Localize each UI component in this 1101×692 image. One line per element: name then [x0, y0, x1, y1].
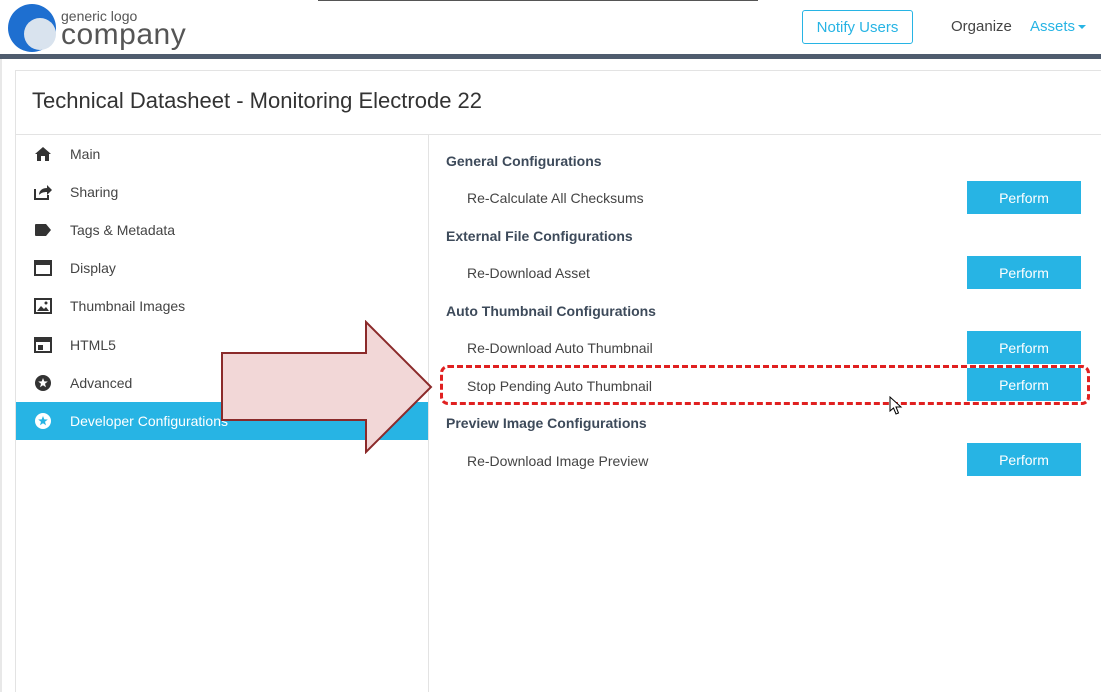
sidebar-item-sharing[interactable]: Sharing: [16, 173, 428, 211]
logo-circle-inner: [24, 18, 56, 50]
left-edge: [0, 59, 2, 692]
row-label-redownload-asset: Re-Download Asset: [467, 265, 590, 281]
sidebar-item-label: Main: [70, 146, 101, 162]
notify-users-button[interactable]: Notify Users: [802, 10, 913, 44]
sidebar-item-display[interactable]: Display: [16, 249, 428, 287]
nav-organize-link[interactable]: Organize: [951, 18, 1012, 35]
nav-assets-label: Assets: [1030, 18, 1076, 35]
nav-assets-dropdown[interactable]: Assets: [1030, 18, 1087, 35]
tag-icon: [33, 220, 53, 240]
caret-down-icon: [1078, 25, 1087, 30]
company-logo[interactable]: generic logo company: [8, 4, 208, 52]
share-icon: [33, 182, 53, 202]
star-circle-icon: [33, 411, 53, 431]
star-circle-icon: [33, 373, 53, 393]
section-preview-image-configurations: Preview Image Configurations: [446, 415, 647, 431]
sidebar-item-tags-metadata[interactable]: Tags & Metadata: [16, 211, 428, 249]
section-auto-thumbnail-configurations: Auto Thumbnail Configurations: [446, 303, 656, 319]
row-label-redownload-auto-thumbnail: Re-Download Auto Thumbnail: [467, 340, 653, 356]
navbar-bottom-border: [0, 54, 1101, 59]
sidebar-item-label: Developer Configurations: [70, 413, 228, 429]
sidebar-item-label: HTML5: [70, 337, 116, 353]
navbar-top-line: [318, 0, 758, 1]
image-icon: [33, 296, 53, 316]
sidebar-item-label: Sharing: [70, 184, 119, 200]
annotation-arrow-icon: [221, 320, 433, 454]
html5-icon: [33, 335, 53, 355]
sidebar-item-label: Thumbnail Images: [70, 298, 186, 314]
top-navbar: generic logo company Notify Users Organi…: [0, 0, 1101, 54]
sidebar-item-main[interactable]: Main: [16, 135, 428, 173]
highlight-dashed-box: [440, 365, 1090, 405]
perform-button-redownload-asset[interactable]: Perform: [967, 256, 1081, 289]
sidebar-item-label: Advanced: [70, 375, 133, 391]
logo-big-text: company: [61, 18, 187, 51]
row-label-redownload-image-preview: Re-Download Image Preview: [467, 453, 649, 469]
row-label-recalculate-checksums: Re-Calculate All Checksums: [467, 190, 644, 206]
window-icon: [33, 258, 53, 278]
page-title: Technical Datasheet - Monitoring Electro…: [32, 88, 483, 113]
perform-button-recalculate-checksums[interactable]: Perform: [967, 181, 1081, 214]
sidebar-item-label: Tags & Metadata: [70, 222, 176, 238]
home-icon: [33, 144, 53, 164]
perform-button-redownload-image-preview[interactable]: Perform: [967, 443, 1081, 476]
section-external-file-configurations: External File Configurations: [446, 228, 633, 244]
sidebar-item-label: Display: [70, 260, 116, 276]
section-general-configurations: General Configurations: [446, 153, 602, 169]
perform-button-redownload-auto-thumbnail[interactable]: Perform: [967, 331, 1081, 364]
mouse-cursor-icon: [889, 396, 903, 415]
